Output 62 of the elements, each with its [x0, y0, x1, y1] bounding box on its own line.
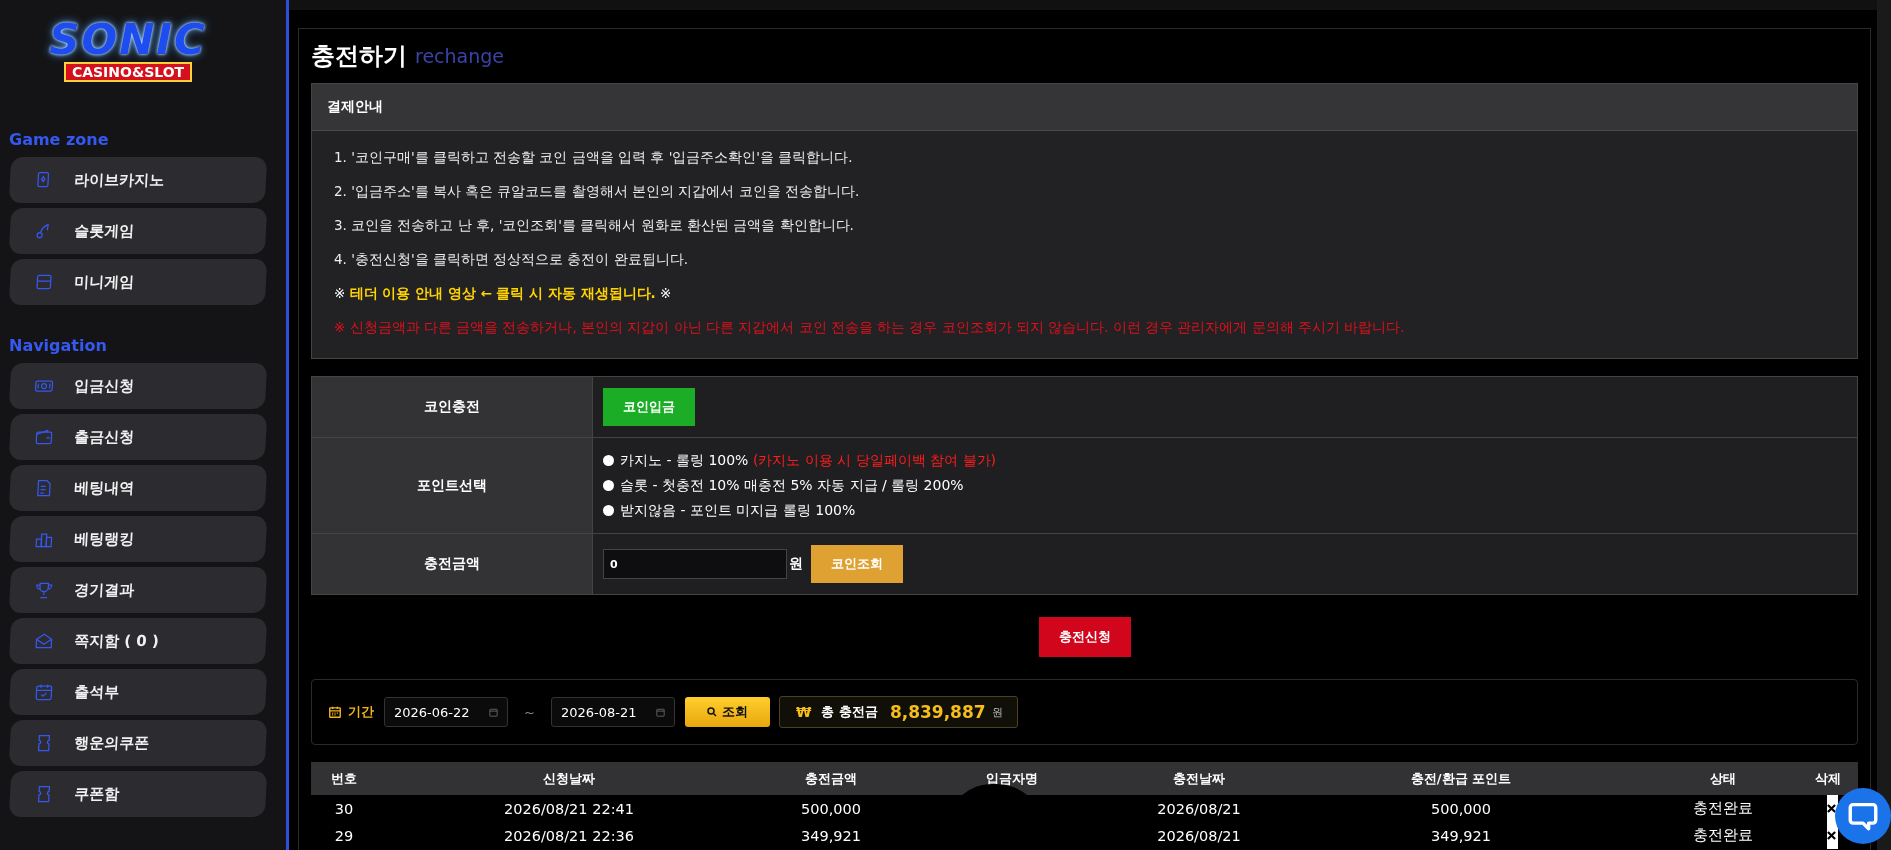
page-title: 충전하기	[311, 41, 407, 72]
column-header: 충전/환급 포인트	[1409, 769, 1513, 788]
column-header: 입금자명	[985, 769, 1039, 788]
page-subtitle: rechange	[415, 45, 504, 67]
table-cell-text: 500,000	[1430, 800, 1492, 817]
table-cell-text: 30	[333, 800, 355, 817]
date-field[interactable]: 2026-08-21	[550, 697, 675, 727]
amount-field[interactable]: 0	[603, 549, 787, 579]
table-cell-text: 충전완료	[1691, 799, 1754, 818]
option-label[interactable]: 받지않음 - 포인트 미지급 롤링 100%	[620, 498, 856, 523]
column-header: 상태	[1708, 769, 1737, 788]
sidebar-item[interactable]: 쪽지함 ( 0 )	[8, 618, 268, 664]
date-field[interactable]: 2026-06-22	[384, 697, 508, 727]
warning-text: ※ 신청금액과 다른 금액을 전송하거나, 본인의 지갑이 아닌 다른 지갑에서 코인 전송을 하는 경우 코인조회가 되지 않습니다. 이런 경우 관리자에게 문의해 주시기 바랍니다.	[334, 318, 1406, 337]
option-label[interactable]: 카지노 - 롤링 100% (카지노 이용 시 당일페이백 참여 불가)	[620, 448, 997, 473]
form-label: 포인트선택	[417, 476, 487, 495]
range-separator: ~	[524, 704, 535, 720]
total-label: 총 충전금	[821, 703, 878, 721]
instruction-text: 2. '입금주소'를 복사 혹은 큐알코드를 촬영해서 본인의 지갑에서 코인을 전송합니다.	[334, 182, 861, 201]
table-cell-text: 충전완료	[1691, 826, 1754, 845]
column-header: 충전금액	[804, 769, 858, 788]
submit-button[interactable]: 충전신청	[1038, 617, 1131, 657]
table-cell-text: 29	[333, 827, 355, 844]
option-label[interactable]: 슬롯 - 첫충전 10% 매충전 5% 자동 지급 / 롤링 200%	[620, 473, 964, 498]
column-header: 삭제	[1814, 769, 1842, 788]
table-cell-text: 349,921	[800, 827, 862, 844]
video-guide-link[interactable]: ※ 테더 이용 안내 영상 ← 클릭 시 자동 재생됩니다. ※	[334, 276, 1835, 310]
sidebar-item[interactable]: 경기결과	[8, 567, 268, 613]
form-label: 코인충전	[424, 398, 480, 416]
sidebar-item[interactable]: 출석부	[8, 669, 268, 715]
currency-symbol: ₩	[795, 704, 812, 720]
sidebar-item[interactable]: 쿠폰함	[8, 771, 268, 817]
table-cell-text: 2026/08/21 22:36	[503, 827, 635, 844]
table-cell-text: 2026/08/21	[1156, 827, 1242, 844]
form-label: 충전금액	[424, 555, 480, 573]
table-cell-text: 349,921	[1430, 827, 1492, 844]
sidebar-item[interactable]: 베팅랭킹	[8, 516, 268, 562]
total-amount: 8,839,887	[889, 702, 986, 722]
period-label: 기간	[348, 703, 374, 721]
sidebar-item[interactable]: 라이브카지노	[8, 157, 268, 203]
instruction-text: 1. '코인구매'를 클릭하고 전송할 코인 금액을 입력 후 '입금주소확인'을 클릭합니다.	[334, 148, 854, 167]
column-header: 충전날짜	[1172, 769, 1226, 788]
column-header: 번호	[330, 769, 358, 788]
sidebar-item[interactable]: 입금신청	[8, 363, 268, 409]
table-cell-text: 2026/08/21	[1156, 800, 1242, 817]
instruction-text: 3. 코인을 전송하고 난 후, '코인조회'를 클릭해서 원화로 환산된 금액을 확인합니다.	[334, 216, 855, 235]
section-heading: Game zone	[8, 130, 110, 151]
sidebar-item[interactable]: 베팅내역	[8, 465, 268, 511]
sidebar-item[interactable]: 슬롯게임	[8, 208, 268, 254]
table-cell-text: 500,000	[800, 800, 862, 817]
column-header: 신청날짜	[542, 769, 596, 788]
notice-title: 결제안내	[327, 98, 383, 116]
currency-unit: 원	[789, 555, 803, 573]
logo[interactable]: SONIC CASINO&SLOT	[0, 0, 286, 100]
sidebar-item[interactable]: 출금신청	[8, 414, 268, 460]
total-unit: 원	[991, 704, 1003, 720]
table-cell-text: 2026/08/21 22:41	[503, 800, 635, 817]
sidebar-item[interactable]: 미니게임	[8, 259, 268, 305]
search-button[interactable]: 조회	[684, 697, 770, 727]
instruction-text: 4. '충전신청'을 클릭하면 정상적으로 충전이 완료됩니다.	[334, 250, 690, 269]
sidebar-item[interactable]: 행운의쿠폰	[8, 720, 268, 766]
section-heading: Navigation	[8, 336, 108, 357]
